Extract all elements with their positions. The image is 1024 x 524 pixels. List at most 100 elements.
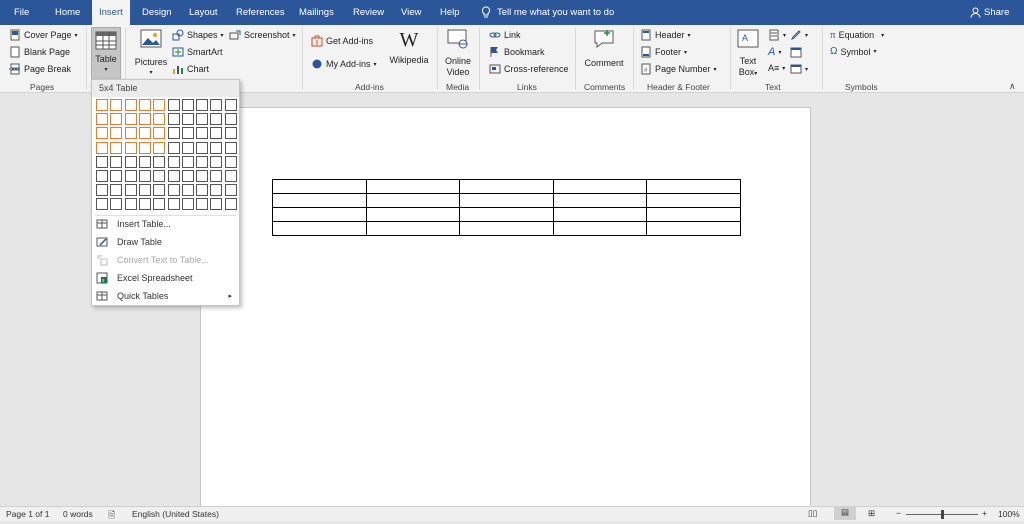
page-break-button[interactable]: Page Break <box>9 63 71 75</box>
table-cell[interactable] <box>646 193 741 208</box>
tab-file[interactable]: File <box>14 0 29 25</box>
language[interactable]: English (United States) <box>132 509 219 519</box>
table-cell[interactable] <box>459 179 554 194</box>
grid-cell[interactable] <box>196 141 209 154</box>
get-addins-button[interactable]: Get Add-ins <box>311 35 373 47</box>
print-layout-icon[interactable]: ▤ <box>834 507 856 520</box>
shapes-button[interactable]: Shapes ▾ <box>172 29 224 41</box>
signature-line-button[interactable]: ▾ <box>790 29 808 41</box>
cross-reference-button[interactable]: Cross-reference <box>489 63 569 75</box>
footer-button[interactable]: Footer ▾ <box>640 46 687 58</box>
grid-cell[interactable] <box>110 198 123 211</box>
grid-cell[interactable] <box>138 198 151 211</box>
grid-cell[interactable] <box>153 170 166 182</box>
grid-cell[interactable] <box>181 99 194 111</box>
grid-cell[interactable] <box>110 141 123 154</box>
grid-cell[interactable] <box>124 99 137 111</box>
grid-cell[interactable] <box>96 184 108 197</box>
tab-design[interactable]: Design <box>142 0 172 25</box>
table-cell[interactable] <box>365 179 461 194</box>
wordart-button[interactable]: A ▾ <box>768 46 781 58</box>
zoom-in-button[interactable]: + <box>982 508 987 518</box>
table-cell[interactable] <box>272 221 367 236</box>
grid-cell[interactable] <box>196 184 209 197</box>
grid-cell[interactable] <box>210 127 223 140</box>
header-button[interactable]: Header ▾ <box>640 29 691 41</box>
grid-cell[interactable] <box>153 198 166 211</box>
word-count[interactable]: 0 words <box>63 509 93 519</box>
grid-cell[interactable] <box>153 184 166 197</box>
grid-cell[interactable] <box>210 99 223 111</box>
grid-cell[interactable] <box>167 155 180 168</box>
grid-cell[interactable] <box>124 141 137 154</box>
grid-cell[interactable] <box>110 184 123 197</box>
table-cell[interactable] <box>459 221 554 236</box>
table-cell[interactable] <box>552 221 648 236</box>
tell-me-box[interactable]: Tell me what you want to do <box>481 0 614 25</box>
grid-cell[interactable] <box>110 99 123 111</box>
object-button[interactable]: ▾ <box>790 63 808 75</box>
smartart-button[interactable]: SmartArt <box>172 46 223 58</box>
excel-spreadsheet-item[interactable]: x Excel Spreadsheet <box>96 270 236 286</box>
grid-cell[interactable] <box>224 127 237 140</box>
grid-cell[interactable] <box>224 141 237 154</box>
grid-cell[interactable] <box>110 170 123 182</box>
grid-cell[interactable] <box>210 141 223 154</box>
bookmark-button[interactable]: Bookmark <box>489 46 545 58</box>
link-button[interactable]: Link <box>489 29 521 41</box>
page-number-button[interactable]: # Page Number ▾ <box>640 63 717 75</box>
grid-cell[interactable] <box>196 155 209 168</box>
tab-layout[interactable]: Layout <box>189 0 218 25</box>
grid-cell[interactable] <box>96 127 108 140</box>
grid-cell[interactable] <box>196 113 209 126</box>
table-cell[interactable] <box>365 193 461 208</box>
page-count[interactable]: Page 1 of 1 <box>6 509 49 519</box>
grid-cell[interactable] <box>167 184 180 197</box>
table-cell[interactable] <box>552 207 648 222</box>
grid-cell[interactable] <box>124 170 137 182</box>
grid-cell[interactable] <box>167 141 180 154</box>
drop-cap-button[interactable]: A≡ ▾ <box>768 63 785 73</box>
cover-page-button[interactable]: Cover Page ▾ <box>9 29 78 41</box>
grid-cell[interactable] <box>153 99 166 111</box>
grid-cell[interactable] <box>224 113 237 126</box>
grid-cell[interactable] <box>96 99 108 111</box>
tab-review[interactable]: Review <box>353 0 384 25</box>
zoom-level[interactable]: 100% <box>998 509 1020 519</box>
text-box-button[interactable]: A Text Box▾ <box>735 29 761 80</box>
document-page[interactable] <box>200 107 811 507</box>
table-cell[interactable] <box>272 179 367 194</box>
grid-cell[interactable] <box>138 170 151 182</box>
grid-cell[interactable] <box>124 198 137 211</box>
online-video-button[interactable]: Online Video <box>441 29 475 78</box>
grid-cell[interactable] <box>153 155 166 168</box>
table-cell[interactable] <box>459 207 554 222</box>
grid-cell[interactable] <box>96 141 108 154</box>
pictures-button[interactable]: Pictures ▾ <box>133 29 169 79</box>
grid-cell[interactable] <box>224 198 237 211</box>
grid-cell[interactable] <box>167 170 180 182</box>
draw-table-item[interactable]: Draw Table <box>96 234 236 250</box>
grid-cell[interactable] <box>110 113 123 126</box>
grid-cell[interactable] <box>210 113 223 126</box>
tab-references[interactable]: References <box>236 0 285 25</box>
grid-cell[interactable] <box>196 127 209 140</box>
grid-cell[interactable] <box>224 184 237 197</box>
share-button[interactable]: Share <box>970 0 1009 25</box>
table-size-grid[interactable] <box>95 98 237 212</box>
quick-tables-item[interactable]: Quick Tables ▸ <box>96 288 236 304</box>
grid-cell[interactable] <box>153 141 166 154</box>
grid-cell[interactable] <box>167 127 180 140</box>
grid-cell[interactable] <box>96 155 108 168</box>
table-cell[interactable] <box>272 207 367 222</box>
chart-button[interactable]: Chart <box>172 63 209 75</box>
grid-cell[interactable] <box>224 99 237 111</box>
equation-button[interactable]: π Equation ▾ <box>830 29 884 41</box>
grid-cell[interactable] <box>181 141 194 154</box>
document-table[interactable] <box>272 179 741 236</box>
grid-cell[interactable] <box>181 184 194 197</box>
grid-cell[interactable] <box>167 113 180 126</box>
grid-cell[interactable] <box>196 99 209 111</box>
date-time-button[interactable] <box>790 46 802 58</box>
tab-view[interactable]: View <box>401 0 421 25</box>
